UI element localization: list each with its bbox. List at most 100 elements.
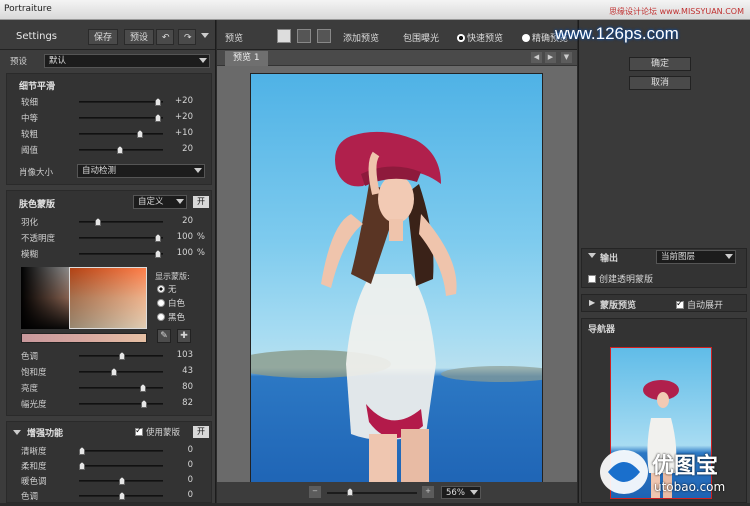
slider-value[interactable]: 100 bbox=[165, 232, 193, 242]
expand-icon[interactable]: ▶ bbox=[589, 298, 595, 307]
slider-track[interactable] bbox=[79, 250, 163, 258]
slider-track[interactable] bbox=[79, 492, 163, 500]
slider-row: 亮度 80 bbox=[1, 381, 213, 395]
watermark-site: www.126ps.com bbox=[555, 24, 679, 43]
portrait-size-select[interactable]: 自动检测 bbox=[77, 164, 205, 178]
slider-value[interactable]: 100 bbox=[165, 248, 193, 258]
radio-selected-icon bbox=[157, 285, 165, 293]
tab-next-icon[interactable]: ▶ bbox=[545, 52, 556, 63]
slider-value[interactable]: 0 bbox=[165, 475, 193, 485]
slider-value[interactable]: +10 bbox=[165, 128, 193, 138]
auto-expand-checkbox[interactable]: 自动展开 bbox=[676, 298, 723, 311]
settings-panel: Settings 保存 预设 ↶ ↷ 预设 默认 细节平滑 较细 +20 中等 +20… bbox=[0, 20, 216, 503]
zoom-in-icon[interactable]: + bbox=[422, 486, 434, 498]
slider-knob[interactable] bbox=[141, 400, 147, 408]
zoom-select[interactable]: 56% bbox=[441, 486, 481, 499]
single-view-icon[interactable] bbox=[277, 29, 291, 43]
preview-photo[interactable] bbox=[250, 73, 543, 495]
slider-value[interactable]: 20 bbox=[165, 144, 193, 154]
tab-prev-icon[interactable]: ◀ bbox=[531, 52, 542, 63]
slider-track[interactable] bbox=[79, 98, 163, 106]
skin-mode-select[interactable]: 自定义 bbox=[133, 195, 187, 209]
slider-track[interactable] bbox=[79, 130, 163, 138]
preset-select[interactable]: 默认 bbox=[44, 54, 210, 68]
split-vertical-icon[interactable] bbox=[317, 29, 331, 43]
slider-knob[interactable] bbox=[155, 114, 161, 122]
redo-icon[interactable]: ↷ bbox=[178, 29, 196, 45]
slider-track[interactable] bbox=[79, 462, 163, 470]
slider-knob[interactable] bbox=[79, 462, 85, 470]
zoom-slider[interactable] bbox=[327, 488, 417, 496]
skin-color-picker[interactable] bbox=[21, 267, 147, 329]
use-mask-checkbox[interactable]: 使用蒙版 bbox=[135, 426, 180, 438]
slider-value[interactable]: +20 bbox=[165, 96, 193, 106]
slider-value[interactable]: 82 bbox=[165, 398, 193, 408]
tab-menu-icon[interactable]: ▼ bbox=[561, 52, 572, 63]
slider-knob[interactable] bbox=[155, 250, 161, 258]
skin-mask-section: 肤色蒙版 自定义 开 羽化 20 不透明度 100% 模糊 100% 显示蒙版: 无 白色… bbox=[6, 190, 212, 416]
slider-knob[interactable] bbox=[95, 218, 101, 226]
enhance-on-button[interactable]: 开 bbox=[193, 426, 209, 438]
slider-track[interactable] bbox=[79, 146, 163, 154]
slider-track[interactable] bbox=[79, 400, 163, 408]
zoom-out-icon[interactable]: − bbox=[309, 486, 321, 498]
collapse-icon[interactable] bbox=[13, 430, 21, 435]
skin-color-selection[interactable] bbox=[69, 267, 147, 329]
slider-track[interactable] bbox=[79, 114, 163, 122]
bracket-button[interactable]: 包围曝光 bbox=[403, 31, 439, 44]
slider-value[interactable]: 0 bbox=[165, 490, 193, 500]
slider-knob[interactable] bbox=[117, 146, 123, 154]
slider-track[interactable] bbox=[79, 234, 163, 242]
slider-label: 幅光度 bbox=[21, 400, 47, 410]
zoom-slider-knob[interactable] bbox=[347, 488, 353, 496]
slider-knob[interactable] bbox=[119, 492, 125, 500]
slider-track[interactable] bbox=[79, 352, 163, 360]
undo-icon[interactable]: ↶ bbox=[156, 29, 174, 45]
slider-knob[interactable] bbox=[155, 98, 161, 106]
slider-knob[interactable] bbox=[79, 447, 85, 455]
skin-hue-strip[interactable] bbox=[21, 333, 147, 343]
slider-knob[interactable] bbox=[137, 130, 143, 138]
output-select[interactable]: 当前图层 bbox=[656, 250, 736, 264]
slider-value[interactable]: 0 bbox=[165, 445, 193, 455]
slider-track[interactable] bbox=[79, 384, 163, 392]
zoom-bar: − + 56% bbox=[217, 482, 577, 503]
skin-on-button[interactable]: 开 bbox=[193, 196, 209, 208]
slider-track[interactable] bbox=[79, 218, 163, 226]
mask-radio-black[interactable]: 黑色 bbox=[157, 311, 185, 323]
eyedropper-icon[interactable]: ✎ bbox=[157, 329, 171, 343]
slider-value[interactable]: 20 bbox=[165, 216, 193, 226]
slider-value[interactable]: 43 bbox=[165, 366, 193, 376]
menu-arrow-icon[interactable] bbox=[201, 33, 209, 38]
checkbox-checked-icon bbox=[135, 426, 143, 436]
mask-radio-white[interactable]: 白色 bbox=[157, 297, 185, 309]
save-button[interactable]: 保存 bbox=[88, 29, 119, 45]
slider-value[interactable]: +20 bbox=[165, 112, 193, 122]
slider-value[interactable]: 80 bbox=[165, 382, 193, 392]
mask-radio-none[interactable]: 无 bbox=[157, 283, 177, 295]
preset-button[interactable]: 预设 bbox=[124, 29, 155, 45]
slider-track[interactable] bbox=[79, 477, 163, 485]
output-label: 输出 bbox=[600, 254, 619, 264]
radio-icon bbox=[157, 299, 165, 307]
split-horizontal-icon[interactable] bbox=[297, 29, 311, 43]
collapse-icon[interactable] bbox=[588, 253, 596, 258]
slider-knob[interactable] bbox=[119, 352, 125, 360]
slider-value[interactable]: 103 bbox=[165, 350, 193, 360]
eyedropper-plus-icon[interactable]: ✚ bbox=[177, 329, 191, 343]
fast-preview-radio[interactable]: 快速预览 bbox=[457, 31, 503, 44]
add-preview-button[interactable]: 添加预览 bbox=[343, 31, 379, 44]
slider-knob[interactable] bbox=[119, 477, 125, 485]
slider-track[interactable] bbox=[79, 368, 163, 376]
ok-button[interactable]: 确定 bbox=[629, 57, 691, 71]
tab-preview-1[interactable]: 预览 1 bbox=[225, 51, 268, 66]
create-mask-checkbox[interactable]: 创建透明蒙版 bbox=[588, 272, 653, 285]
logo-cn-text: 优图宝 bbox=[652, 454, 719, 479]
chevron-down-icon bbox=[199, 58, 207, 63]
slider-knob[interactable] bbox=[155, 234, 161, 242]
slider-value[interactable]: 0 bbox=[165, 460, 193, 470]
slider-track[interactable] bbox=[79, 447, 163, 455]
slider-knob[interactable] bbox=[140, 384, 146, 392]
slider-knob[interactable] bbox=[111, 368, 117, 376]
cancel-button[interactable]: 取消 bbox=[629, 76, 691, 90]
